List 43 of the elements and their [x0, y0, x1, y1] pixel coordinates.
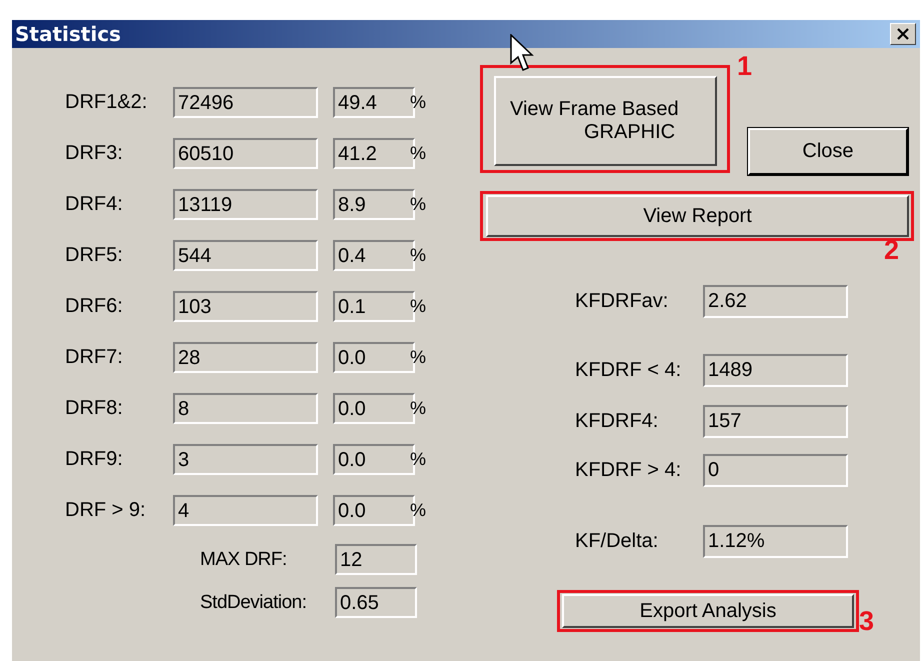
- count-field[interactable]: 103: [173, 291, 318, 322]
- field-label: MAX DRF:: [200, 548, 288, 570]
- field-label: DRF4:: [65, 193, 124, 216]
- count-field[interactable]: 60510: [173, 138, 318, 169]
- value-field[interactable]: 12: [335, 544, 417, 575]
- value-field[interactable]: 2.62: [703, 285, 848, 318]
- field-label: DRF5:: [65, 244, 124, 267]
- mouse-pointer-icon: [510, 34, 536, 74]
- field-label: DRF7:: [65, 346, 124, 369]
- view-graphic-button[interactable]: View Frame Based GRAPHIC: [494, 76, 717, 166]
- count-field[interactable]: 4: [173, 495, 318, 526]
- field-label: KFDRF4:: [575, 410, 660, 433]
- value-field[interactable]: 0: [703, 454, 848, 487]
- field-label: DRF1&2:: [65, 91, 148, 114]
- field-label: DRF > 9:: [65, 499, 147, 522]
- field-label: DRF9:: [65, 448, 124, 471]
- annotation-number: 1: [737, 52, 752, 80]
- field-label: DRF8:: [65, 397, 124, 420]
- value-field[interactable]: 1489: [703, 354, 848, 387]
- window-close-button[interactable]: [890, 23, 916, 45]
- export-analysis-button[interactable]: Export Analysis: [562, 594, 854, 628]
- field-label: StdDeviation:: [200, 592, 308, 614]
- value-field[interactable]: 157: [703, 405, 848, 438]
- field-label: DRF6:: [65, 295, 124, 318]
- count-field[interactable]: 28: [173, 342, 318, 373]
- value-field[interactable]: 0.65: [335, 587, 417, 618]
- field-label: KFDRF > 4:: [575, 459, 682, 482]
- annotation-number: 2: [884, 236, 899, 264]
- close-button[interactable]: Close: [748, 128, 908, 175]
- field-label: KFDRFav:: [575, 290, 670, 313]
- count-field[interactable]: 3: [173, 444, 318, 475]
- field-label: KF/Delta:: [575, 530, 660, 553]
- view-report-button[interactable]: View Report: [486, 195, 909, 237]
- value-field[interactable]: 1.12%: [703, 525, 848, 558]
- count-field[interactable]: 544: [173, 240, 318, 271]
- window-title: Statistics: [15, 22, 121, 46]
- close-icon: [896, 28, 910, 40]
- count-field[interactable]: 72496: [173, 87, 318, 118]
- count-field[interactable]: 13119: [173, 189, 318, 220]
- field-label: DRF3:: [65, 142, 124, 165]
- field-label: KFDRF < 4:: [575, 359, 682, 382]
- annotation-number: 3: [859, 607, 874, 635]
- count-field[interactable]: 8: [173, 393, 318, 424]
